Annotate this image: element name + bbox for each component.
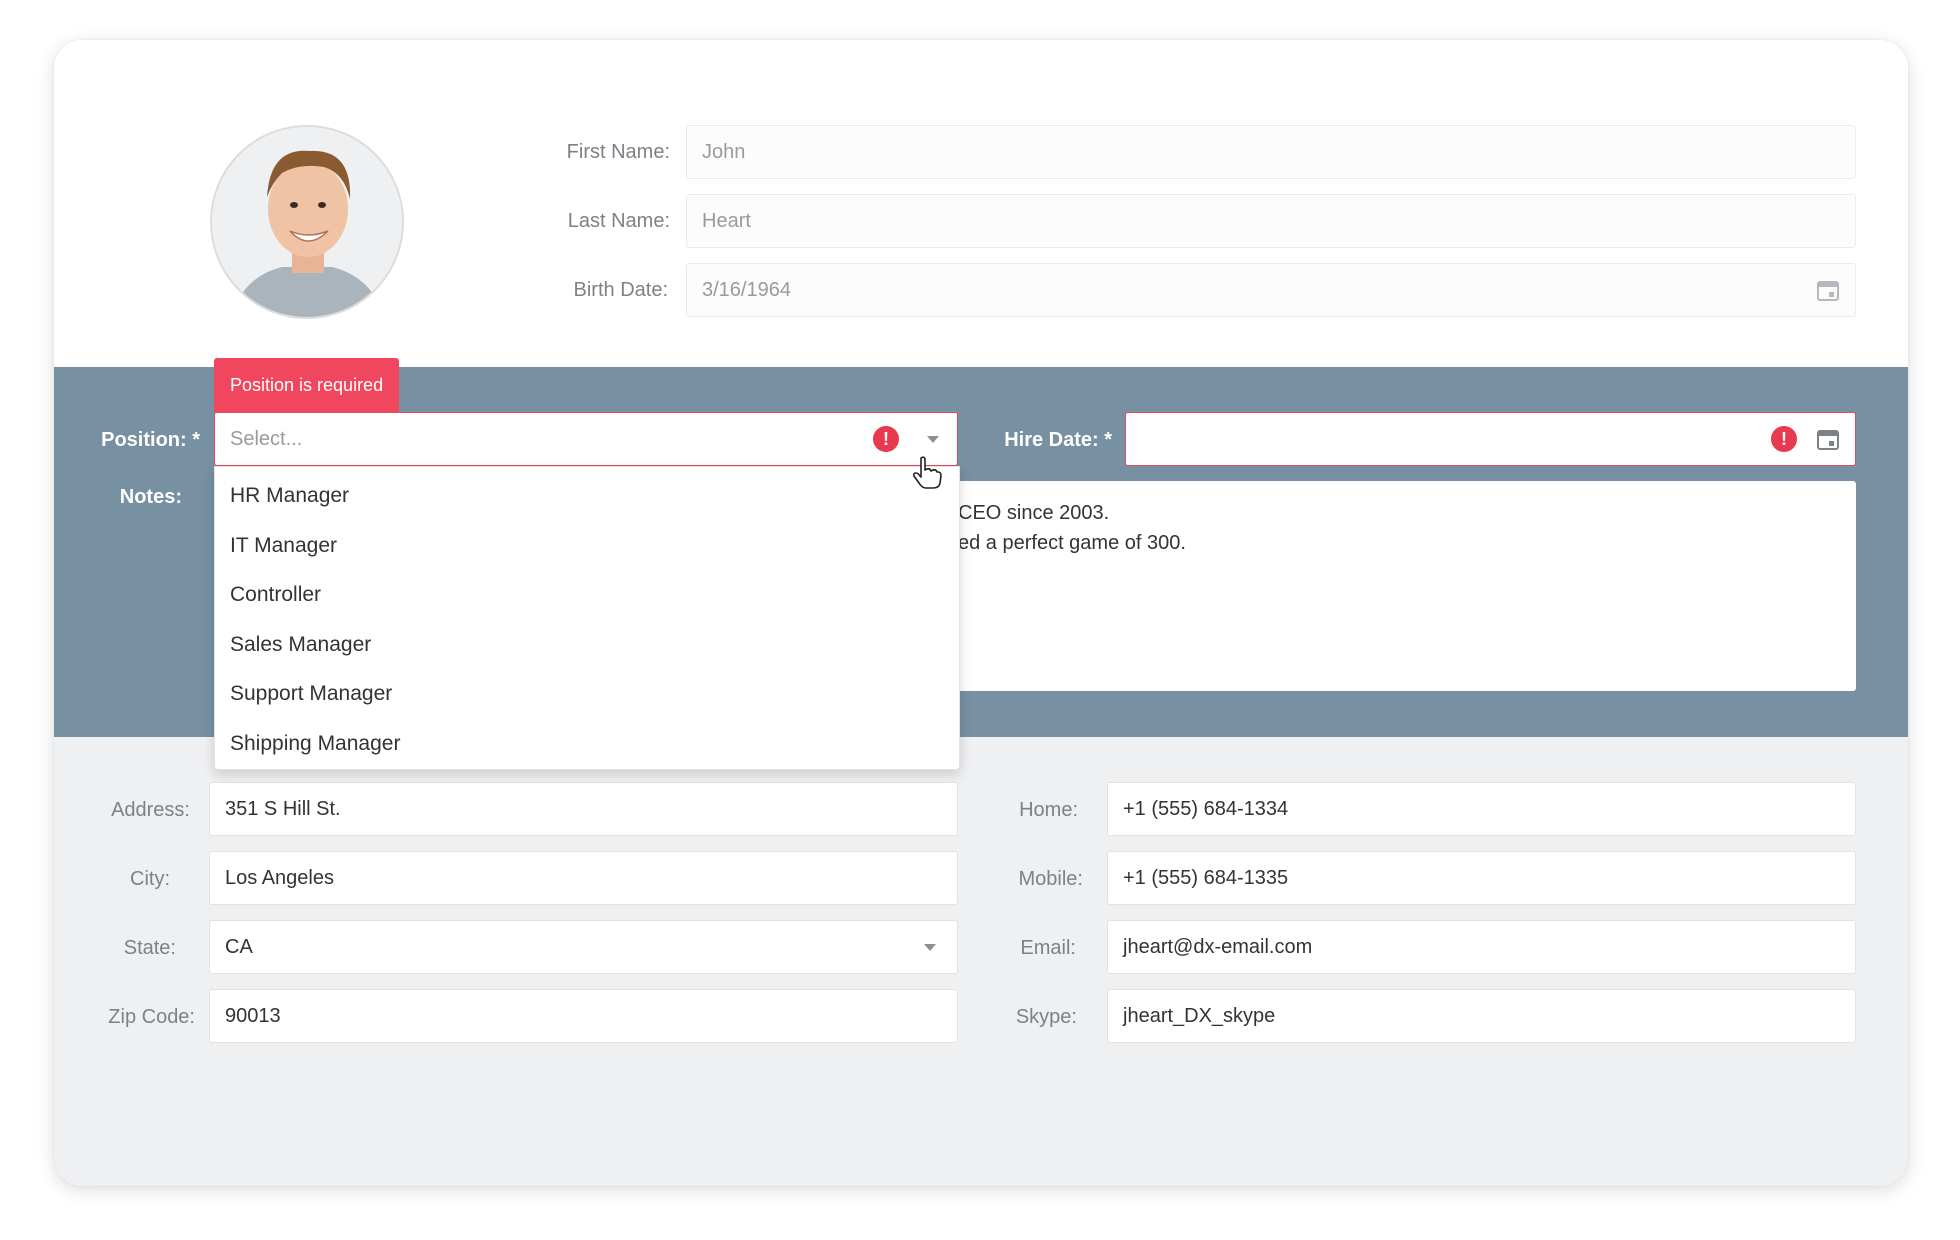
zip-code-value: 90013 <box>225 1005 281 1027</box>
dropdown-option-sales-manager[interactable]: Sales Manager <box>230 625 371 665</box>
position-label: Position: * <box>101 429 200 451</box>
city-label: City: <box>130 868 170 890</box>
hand-cursor-icon <box>912 456 942 489</box>
email-label: Email: <box>1020 937 1076 959</box>
state-value: CA <box>225 936 253 958</box>
hire-date-field[interactable]: ! <box>1125 412 1856 466</box>
calendar-icon[interactable] <box>1816 427 1840 451</box>
dropdown-option-shipping-manager[interactable]: Shipping Manager <box>230 724 400 764</box>
error-icon: ! <box>873 426 899 452</box>
home-phone-value: +1 (555) 684-1334 <box>1123 798 1289 820</box>
mobile-phone-value: +1 (555) 684-1335 <box>1123 867 1289 889</box>
position-select[interactable]: Select... ! <box>214 412 958 466</box>
position-placeholder: Select... <box>230 428 303 450</box>
email-value: jheart@dx-email.com <box>1123 936 1313 958</box>
home-phone-label: Home: <box>1019 799 1078 821</box>
home-phone-field[interactable]: +1 (555) 684-1334 <box>1107 782 1856 836</box>
notes-label: Notes: <box>119 486 182 508</box>
birth-date-value: 3/16/1964 <box>702 279 791 301</box>
address-label: Address: <box>111 799 190 821</box>
hire-date-label: Hire Date: * <box>1004 429 1112 451</box>
error-icon: ! <box>1771 426 1797 452</box>
notes-textarea[interactable]: CEO since 2003. ed a perfect game of 300… <box>956 481 1856 691</box>
skype-label: Skype: <box>1015 1006 1077 1028</box>
person-photo-icon <box>212 127 402 317</box>
dropdown-option-it-manager[interactable]: IT Manager <box>230 526 337 566</box>
skype-value: jheart_DX_skype <box>1123 1005 1276 1027</box>
state-select[interactable]: CA <box>209 920 958 974</box>
address-field[interactable]: 351 S Hill St. <box>209 782 958 836</box>
city-field[interactable]: Los Angeles <box>209 851 958 905</box>
first-name-value: John <box>702 141 746 163</box>
first-name-field[interactable]: John <box>686 125 1856 179</box>
state-label: State: <box>123 937 176 959</box>
calendar-icon[interactable] <box>1816 278 1840 302</box>
last-name-label: Last Name: <box>567 210 670 232</box>
dropdown-option-hr-manager[interactable]: HR Manager <box>230 476 349 516</box>
notes-line: ed a perfect game of 300. <box>958 532 1186 554</box>
city-value: Los Angeles <box>225 867 334 889</box>
mobile-phone-label: Mobile: <box>1018 868 1083 890</box>
chevron-down-icon[interactable] <box>927 436 939 443</box>
first-name-label: First Name: <box>566 141 670 163</box>
zip-code-label: Zip Code: <box>108 1006 195 1028</box>
mobile-phone-field[interactable]: +1 (555) 684-1335 <box>1107 851 1856 905</box>
email-field[interactable]: jheart@dx-email.com <box>1107 920 1856 974</box>
last-name-value: Heart <box>702 210 751 232</box>
zip-code-field[interactable]: 90013 <box>209 989 958 1043</box>
dropdown-option-support-manager[interactable]: Support Manager <box>230 674 392 714</box>
avatar <box>210 125 404 319</box>
notes-line: CEO since 2003. <box>958 502 1110 524</box>
birth-date-label: Birth Date: <box>573 279 668 301</box>
address-value: 351 S Hill St. <box>225 798 341 820</box>
chevron-down-icon[interactable] <box>924 944 936 951</box>
last-name-field[interactable]: Heart <box>686 194 1856 248</box>
dropdown-option-controller[interactable]: Controller <box>230 575 321 615</box>
skype-field[interactable]: jheart_DX_skype <box>1107 989 1856 1043</box>
birth-date-field[interactable]: 3/16/1964 <box>686 263 1856 317</box>
position-error-tooltip: Position is required <box>214 358 400 412</box>
position-dropdown-list: HR Manager IT Manager Controller Sales M… <box>214 466 960 770</box>
